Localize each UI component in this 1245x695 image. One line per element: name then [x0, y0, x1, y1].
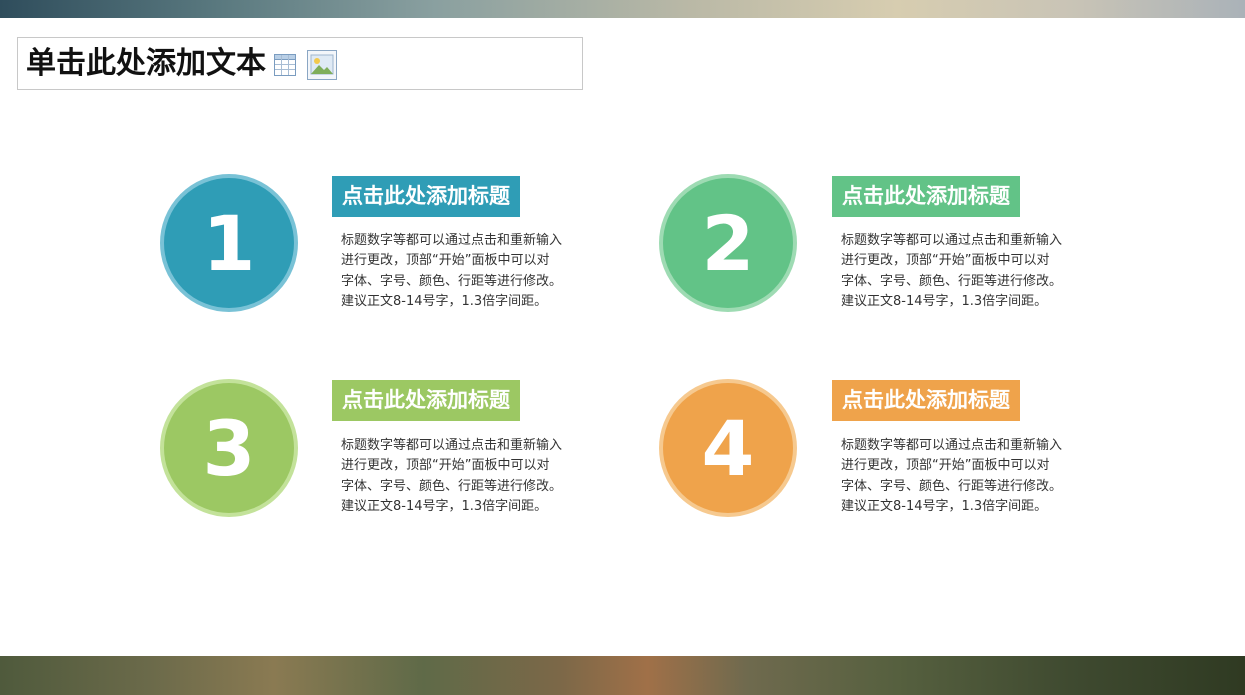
number-circle-3[interactable]: 3: [160, 379, 298, 517]
description-3[interactable]: 标题数字等都可以通过点击和重新输入 进行更改，顶部“开始”面板中可以对 字体、字…: [341, 436, 571, 517]
heading-tag-2[interactable]: 点击此处添加标题: [832, 176, 1020, 217]
description-line: 进行更改，顶部“开始”面板中可以对: [341, 458, 550, 474]
description-line: 建议正文8-14号字，1.3倍字间距。: [341, 498, 548, 514]
description-line: 字体、字号、颜色、行距等进行修改。: [841, 478, 1063, 494]
description-line: 标题数字等都可以通过点击和重新输入: [841, 233, 1063, 248]
number-circle-4[interactable]: 4: [659, 379, 797, 517]
description-4[interactable]: 标题数字等都可以通过点击和重新输入 进行更改，顶部“开始”面板中可以对 字体、字…: [841, 436, 1071, 517]
description-line: 建议正文8-14号字，1.3倍字间距。: [841, 293, 1048, 309]
heading-text-2: 点击此处添加标题: [842, 184, 1010, 208]
slide-title[interactable]: 单击此处添加文本: [26, 46, 266, 82]
description-line: 进行更改，顶部“开始”面板中可以对: [341, 253, 550, 269]
heading-tag-4[interactable]: 点击此处添加标题: [832, 380, 1020, 421]
number-circle-1[interactable]: 1: [160, 174, 298, 312]
description-line: 标题数字等都可以通过点击和重新输入: [341, 233, 563, 248]
heading-text-3: 点击此处添加标题: [342, 388, 510, 412]
description-line: 字体、字号、颜色、行距等进行修改。: [341, 478, 563, 494]
heading-text-1: 点击此处添加标题: [342, 184, 510, 208]
description-line: 进行更改，顶部“开始”面板中可以对: [841, 458, 1050, 474]
heading-text-4: 点击此处添加标题: [842, 388, 1010, 412]
title-placeholder[interactable]: 单击此处添加文本: [17, 37, 583, 90]
background-bottom-strip: [0, 656, 1245, 695]
heading-tag-1[interactable]: 点击此处添加标题: [332, 176, 520, 217]
description-line: 标题数字等都可以通过点击和重新输入: [341, 438, 563, 453]
description-line: 建议正文8-14号字，1.3倍字间距。: [841, 498, 1048, 514]
number-label-2: 2: [701, 198, 755, 288]
description-line: 进行更改，顶部“开始”面板中可以对: [841, 253, 1050, 269]
number-label-3: 3: [202, 403, 256, 493]
description-line: 字体、字号、颜色、行距等进行修改。: [341, 273, 563, 289]
number-circle-2[interactable]: 2: [659, 174, 797, 312]
description-line: 建议正文8-14号字，1.3倍字间距。: [341, 293, 548, 309]
description-2[interactable]: 标题数字等都可以通过点击和重新输入 进行更改，顶部“开始”面板中可以对 字体、字…: [841, 231, 1071, 312]
background-top-strip: [0, 0, 1245, 18]
description-line: 标题数字等都可以通过点击和重新输入: [841, 438, 1063, 453]
description-line: 字体、字号、颜色、行距等进行修改。: [841, 273, 1063, 289]
heading-tag-3[interactable]: 点击此处添加标题: [332, 380, 520, 421]
table-icon[interactable]: [274, 54, 296, 76]
picture-icon[interactable]: [307, 50, 337, 80]
description-1[interactable]: 标题数字等都可以通过点击和重新输入 进行更改，顶部“开始”面板中可以对 字体、字…: [341, 231, 571, 312]
number-label-4: 4: [701, 403, 755, 493]
number-label-1: 1: [202, 198, 256, 288]
